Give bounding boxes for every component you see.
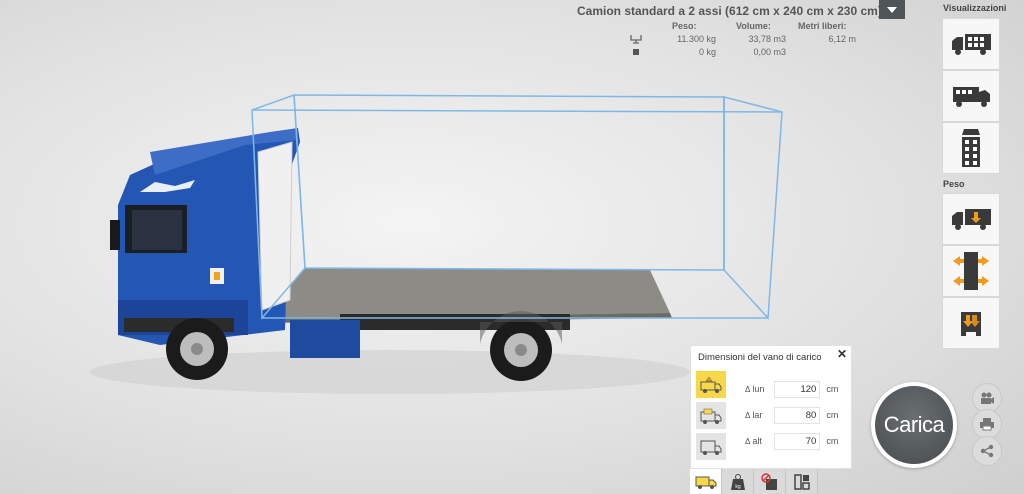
truck-3d-view-icon bbox=[953, 87, 990, 107]
cargo-dimensions-dialog: Dimensioni del vano di carico ✕ Δ lun 12… bbox=[690, 345, 852, 469]
scale-icon bbox=[630, 35, 642, 44]
length-label: lun bbox=[752, 384, 765, 394]
weight-rear-icon bbox=[961, 312, 981, 336]
free-meters-header: Metri liberi: bbox=[798, 21, 847, 31]
weight-kg-icon: kg bbox=[730, 473, 745, 490]
tab-weight[interactable]: kg bbox=[722, 469, 754, 494]
view-perspective-button[interactable] bbox=[942, 70, 1000, 122]
height-label: alt bbox=[752, 436, 762, 446]
close-button[interactable]: ✕ bbox=[837, 347, 847, 361]
svg-text:kg: kg bbox=[735, 484, 741, 490]
weight-value-2: 0 kg bbox=[698, 47, 716, 57]
weight-header: Peso: bbox=[672, 21, 697, 31]
carica-button-ring: Carica bbox=[871, 382, 957, 468]
bottom-tab-bar: kg bbox=[690, 469, 818, 494]
cargo-floor bbox=[262, 268, 670, 318]
box-icon bbox=[633, 49, 639, 55]
weight-top-icon bbox=[953, 252, 989, 290]
truck-dropdown-button[interactable] bbox=[879, 0, 905, 19]
height-unit: cm bbox=[826, 436, 839, 446]
share-icon bbox=[980, 444, 994, 458]
weight-value-1: 11.300 kg bbox=[677, 34, 716, 44]
front-wheel bbox=[166, 318, 228, 380]
delta-icon: Δ bbox=[745, 436, 751, 446]
truck-title: Camion standard a 2 assi (612 cm x 240 c… bbox=[577, 4, 882, 18]
weight-top-button[interactable] bbox=[942, 245, 1000, 297]
truck-small-icon bbox=[700, 376, 722, 393]
delta-icon: Δ bbox=[745, 410, 751, 420]
print-button[interactable] bbox=[972, 409, 1002, 439]
width-input[interactable]: 80 bbox=[774, 406, 821, 424]
length-input[interactable]: 120 bbox=[774, 380, 821, 398]
carica-button[interactable]: Carica bbox=[875, 386, 953, 464]
height-input[interactable]: 70 bbox=[774, 432, 821, 450]
width-row: Δ lar 80 cm bbox=[745, 406, 838, 424]
dimension-mode-small-button[interactable] bbox=[696, 371, 726, 398]
rear-wheel bbox=[490, 319, 552, 381]
truck-outline-icon bbox=[700, 440, 722, 455]
no-stack-icon bbox=[760, 472, 777, 490]
truck-yellow-icon bbox=[695, 476, 716, 489]
video-camera-icon bbox=[981, 392, 994, 404]
share-button[interactable] bbox=[972, 436, 1002, 466]
view-top-button[interactable] bbox=[942, 122, 1000, 174]
truck-top-view-icon bbox=[962, 129, 980, 167]
printer-icon bbox=[980, 418, 994, 431]
chevron-down-icon bbox=[887, 6, 897, 13]
truck-medium-icon bbox=[700, 408, 722, 424]
tab-no-stack[interactable] bbox=[754, 469, 786, 494]
view-side-button[interactable] bbox=[942, 18, 1000, 70]
tab-layout[interactable] bbox=[786, 469, 818, 494]
length-unit: cm bbox=[826, 384, 839, 394]
width-unit: cm bbox=[826, 410, 839, 420]
weight-label: Peso bbox=[943, 179, 965, 189]
dimension-mode-large-button[interactable] bbox=[696, 433, 726, 460]
tab-dimensions[interactable] bbox=[690, 469, 722, 494]
weight-rear-button[interactable] bbox=[942, 297, 1000, 349]
layout-grid-icon bbox=[793, 473, 810, 490]
volume-value-1: 33,78 m3 bbox=[748, 34, 786, 44]
weight-side-icon bbox=[952, 209, 991, 230]
truck-side-view-icon bbox=[952, 34, 991, 55]
length-row: Δ lun 120 cm bbox=[745, 380, 838, 398]
volume-header: Volume: bbox=[736, 21, 771, 31]
views-label: Visualizzazioni bbox=[943, 3, 1007, 13]
delta-icon: Δ bbox=[745, 384, 751, 394]
volume-value-2: 0,00 m3 bbox=[753, 47, 786, 57]
weight-side-button[interactable] bbox=[942, 193, 1000, 245]
width-label: lar bbox=[752, 410, 763, 420]
dialog-title: Dimensioni del vano di carico bbox=[698, 352, 822, 363]
height-row: Δ alt 70 cm bbox=[745, 432, 838, 450]
free-meters-value-1: 6,12 m bbox=[828, 34, 856, 44]
dimension-mode-medium-button[interactable] bbox=[696, 402, 726, 429]
